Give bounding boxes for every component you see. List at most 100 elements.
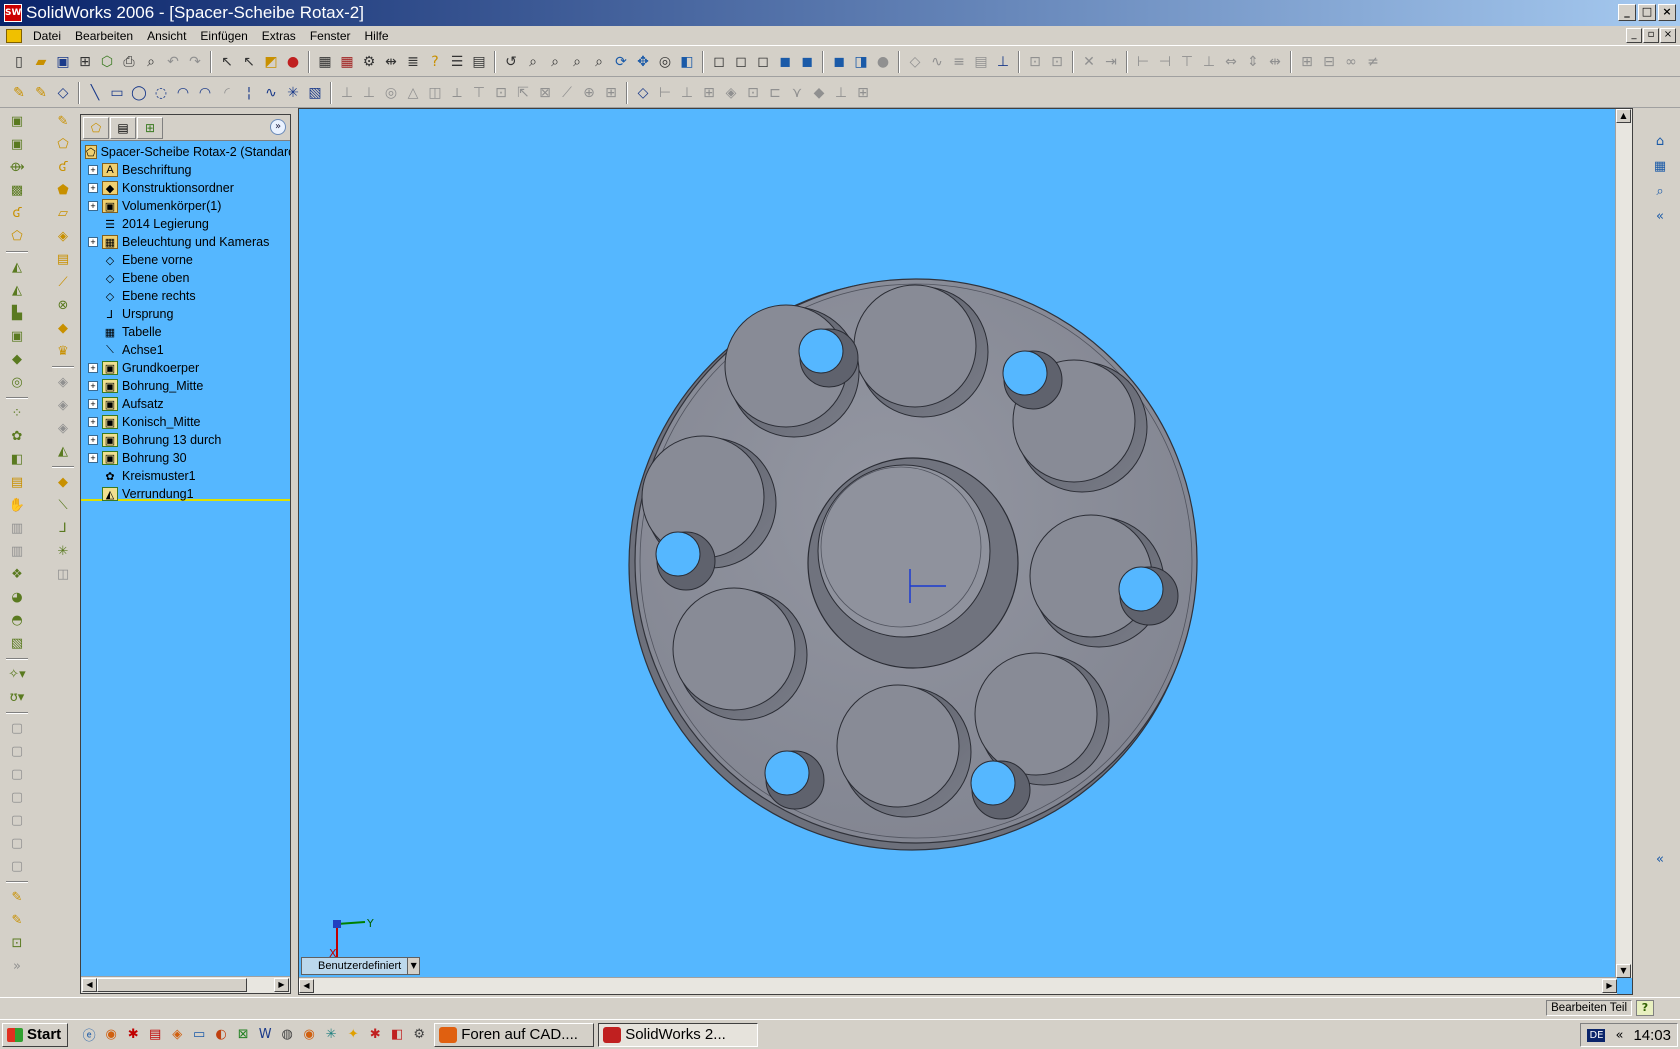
tree-item[interactable]: ⟍ Achse1 (81, 341, 290, 359)
save-icon[interactable]: ▣ (52, 51, 74, 73)
home-icon[interactable]: ⌂ (1649, 130, 1671, 152)
coordinate-system-icon[interactable]: ⅃ (52, 517, 74, 539)
menu-extras[interactable]: Extras (255, 29, 303, 43)
align-horizontal-icon[interactable]: ⇔ (1220, 51, 1242, 73)
box-tool-icon[interactable]: ◆ (52, 317, 74, 339)
move-face-icon[interactable]: ❖ (6, 563, 28, 585)
expand-toggle-icon[interactable]: + (88, 237, 98, 247)
expand-toggle-icon[interactable]: + (88, 381, 98, 391)
tree-item[interactable]: + ◆ Konstruktionsordner (81, 179, 290, 197)
outlook-icon[interactable]: ◈ (166, 1024, 188, 1046)
three-point-arc-icon[interactable]: ◠ (194, 82, 216, 104)
horizontal-dim-icon[interactable]: ⊢ (654, 82, 676, 104)
select-filter-icon[interactable]: ↖ (238, 51, 260, 73)
firefox-icon[interactable]: ◉ (100, 1024, 122, 1046)
menu-fenster[interactable]: Fenster (303, 29, 358, 43)
expand-toggle-icon[interactable]: + (88, 363, 98, 373)
section-view-icon[interactable]: ◨ (850, 51, 872, 73)
revolve-tool-icon[interactable]: ʛ (52, 156, 74, 178)
tree-item[interactable]: ◇ Ebene vorne (81, 251, 290, 269)
curves-icon[interactable]: ∿ (926, 51, 948, 73)
part-model[interactable]: Y X (299, 109, 1617, 978)
tolerance-icon[interactable]: ◆ (808, 82, 830, 104)
redo-icon[interactable]: ↷ (184, 51, 206, 73)
zoom-to-fit-icon[interactable]: ⌕ (522, 51, 544, 73)
menu-ansicht[interactable]: Ansicht (140, 29, 193, 43)
extrude-tool-icon[interactable]: ⬠ (52, 133, 74, 155)
print-icon[interactable]: ⎙ (118, 51, 140, 73)
mold-tools-icon[interactable]: ⊡ (1024, 51, 1046, 73)
hatch-icon[interactable]: ▤ (970, 51, 992, 73)
reference-geometry-icon[interactable]: ✧▾ (6, 663, 28, 685)
surface-extrude-icon[interactable]: ▢ (6, 740, 28, 762)
tree-item[interactable]: + ▣ Volumenkörper(1) (81, 197, 290, 215)
task-solidworks[interactable]: SolidWorks 2... (598, 1022, 759, 1047)
roll-view-icon[interactable]: ◎ (654, 51, 676, 73)
trim-icon[interactable]: ✕ (1078, 51, 1100, 73)
rotate-view-icon[interactable]: ⟳ (610, 51, 632, 73)
extend-entities-icon[interactable]: ⊤ (468, 82, 490, 104)
minimize-button[interactable]: _ (1618, 4, 1636, 21)
sketch-icon[interactable]: ✎ (8, 82, 30, 104)
excel-icon[interactable]: ⊠ (232, 1024, 254, 1046)
hidden-lines-removed-icon[interactable]: ◻ (752, 51, 774, 73)
more-commands-icon[interactable]: » (6, 955, 28, 977)
word-icon[interactable]: W (254, 1024, 276, 1046)
line-icon[interactable]: ╲ (84, 82, 106, 104)
shell-icon[interactable]: ▣ (6, 325, 28, 347)
tangent-arc-icon[interactable]: ◠ (172, 82, 194, 104)
shadows-icon[interactable]: ◼ (828, 51, 850, 73)
plane-tool-icon[interactable]: ◆ (52, 471, 74, 493)
tree-item[interactable]: ◭ Verrundung1 (81, 485, 290, 503)
split-line-icon[interactable]: ◕ (6, 586, 28, 608)
expand-toggle-icon[interactable]: + (88, 417, 98, 427)
maximize-button[interactable]: □ (1638, 4, 1656, 21)
edit-sketch-icon[interactable]: ✎ (6, 886, 28, 908)
graphics-vscrollbar[interactable]: ▲ ▼ (1615, 109, 1632, 978)
point-tool-icon[interactable]: ✳ (52, 540, 74, 562)
expand-toggle-icon[interactable]: + (88, 201, 98, 211)
wireframe-icon[interactable]: ◻ (708, 51, 730, 73)
move-entities-icon[interactable]: ⇱ (512, 82, 534, 104)
feature-tree-tab-icon[interactable]: ⬠ (83, 116, 109, 139)
powerpoint-icon[interactable]: ◐ (210, 1024, 232, 1046)
curves-dropdown-icon[interactable]: ʊ▾ (6, 686, 28, 708)
scroll-right-icon[interactable]: ▶ (1602, 979, 1617, 993)
scroll-right-icon[interactable]: ▶ (274, 978, 289, 992)
collapse-task-pane-icon[interactable]: « (1649, 205, 1671, 227)
open-folder-icon[interactable]: ▰ (30, 51, 52, 73)
circle-icon[interactable]: ◯ (128, 82, 150, 104)
scroll-up-icon[interactable]: ▲ (1616, 109, 1631, 123)
undo-icon[interactable]: ↶ (162, 51, 184, 73)
weld-symbol-icon[interactable]: ⊞ (852, 82, 874, 104)
traffic-light-icon[interactable]: ● (282, 51, 304, 73)
property-manager-tab-icon[interactable]: ▤ (110, 116, 136, 139)
edit-feature-icon[interactable]: ✎ (6, 909, 28, 931)
tree-root[interactable]: ⬠ Spacer-Scheibe Rotax-2 (Standard) (81, 143, 290, 161)
configuration-manager-tab-icon[interactable]: ⊞ (137, 116, 163, 139)
knit-tool-icon[interactable]: ◈ (52, 417, 74, 439)
zoom-to-area-icon[interactable]: ⌕ (544, 51, 566, 73)
expand-toggle-icon[interactable]: + (88, 165, 98, 175)
extend-icon[interactable]: ⇥ (1100, 51, 1122, 73)
expand-panel-icon[interactable]: » (270, 119, 286, 135)
tree-item[interactable]: ◇ Ebene oben (81, 269, 290, 287)
fillet-icon[interactable]: ◭ (6, 256, 28, 278)
document-menu-icon[interactable] (6, 28, 22, 43)
link-icon[interactable]: ∞ (1340, 51, 1362, 73)
dimension-xpert-icon[interactable]: ◇ (632, 82, 654, 104)
expand-toggle-icon[interactable]: + (88, 453, 98, 463)
surface-sweep-icon[interactable]: ▢ (6, 786, 28, 808)
sketch-text-icon[interactable]: ▧ (304, 82, 326, 104)
pdf-icon[interactable]: ▤ (144, 1024, 166, 1046)
baseline-dim-icon[interactable]: ⊞ (698, 82, 720, 104)
realview-icon[interactable]: ● (872, 51, 894, 73)
smart-dimension-icon[interactable]: ◇ (52, 82, 74, 104)
shell-tool-icon[interactable]: ♛ (52, 340, 74, 362)
tree-item[interactable]: + ▣ Konisch_Mitte (81, 413, 290, 431)
unlink-icon[interactable]: ≠ (1362, 51, 1384, 73)
space-icon[interactable]: ⇹ (1264, 51, 1286, 73)
pan-icon[interactable]: ✥ (632, 51, 654, 73)
scroll-left-icon[interactable]: ◀ (299, 979, 314, 993)
loft-tool-icon[interactable]: ▱ (52, 202, 74, 224)
